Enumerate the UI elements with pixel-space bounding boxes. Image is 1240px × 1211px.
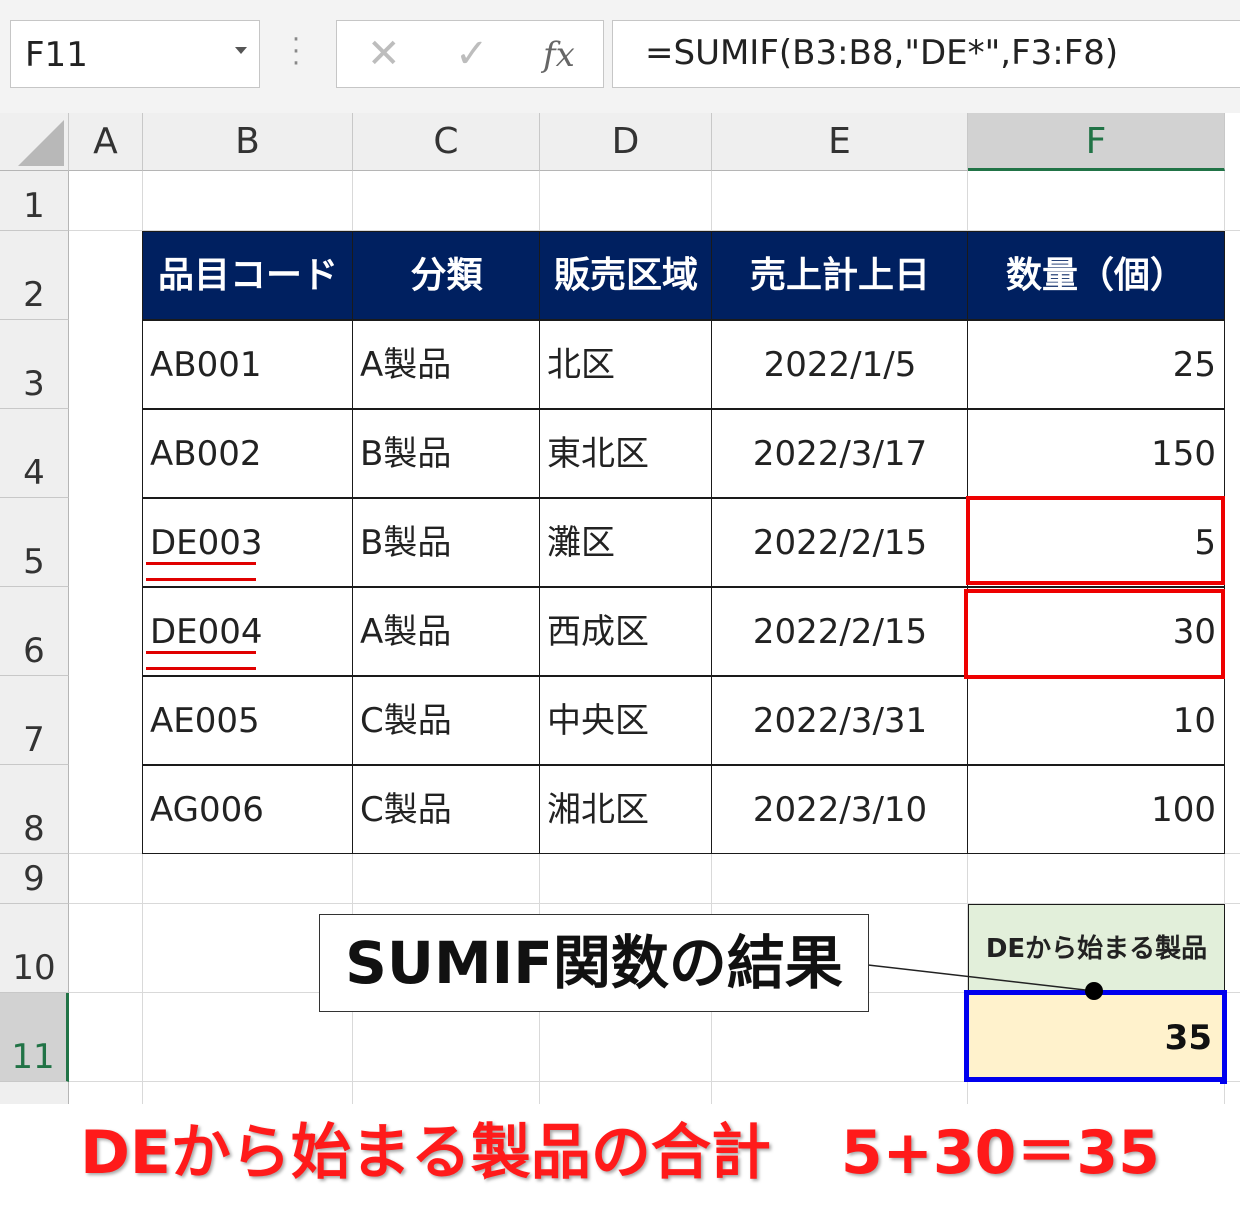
row-header-8[interactable]: 8 <box>0 765 69 854</box>
cancel-icon[interactable]: ✕ <box>367 31 401 77</box>
caption: DEから始まる製品の合計 5+30＝35 <box>0 1108 1240 1198</box>
table-header-sales-date[interactable]: 売上計上日 <box>711 231 969 320</box>
enter-icon[interactable]: ✓ <box>455 31 489 77</box>
row-header-5[interactable]: 5 <box>0 498 69 587</box>
table-cell[interactable]: A製品 <box>352 587 541 676</box>
table-header-quantity[interactable]: 数量（個） <box>967 231 1225 320</box>
fill-handle[interactable] <box>1220 1077 1227 1084</box>
table-cell[interactable]: C製品 <box>352 765 541 854</box>
table-cell[interactable]: AB002 <box>142 409 354 498</box>
table-cell[interactable]: AE005 <box>142 676 354 765</box>
table-cell[interactable]: B製品 <box>352 498 541 587</box>
highlight-box <box>964 589 1225 679</box>
row-header-4[interactable]: 4 <box>0 409 69 498</box>
table-cell[interactable]: 10 <box>967 676 1225 765</box>
table-cell[interactable]: 中央区 <box>539 676 713 765</box>
row-header-7[interactable]: 7 <box>0 676 69 765</box>
formula-controls: ✕ ✓ fx <box>336 20 604 88</box>
select-all-triangle-icon <box>18 120 64 166</box>
callout-connector <box>867 964 1103 1000</box>
match-underline <box>146 562 256 581</box>
row-header-10[interactable]: 10 <box>0 904 69 993</box>
table-header-category[interactable]: 分類 <box>352 231 541 320</box>
table-cell[interactable]: 2022/3/10 <box>711 765 969 854</box>
table-cell[interactable]: 2022/3/31 <box>711 676 969 765</box>
name-box-value: F11 <box>25 35 88 75</box>
table-cell[interactable]: 2022/1/5 <box>711 320 969 409</box>
table-cell[interactable]: 150 <box>967 409 1225 498</box>
column-header-b[interactable]: B <box>143 113 353 171</box>
callout-label: SUMIF関数の結果 <box>319 914 869 1012</box>
table-cell[interactable]: 灘区 <box>539 498 713 587</box>
row-header-2[interactable]: 2 <box>0 231 69 320</box>
table-cell[interactable]: 2022/2/15 <box>711 498 969 587</box>
table-cell[interactable]: AG006 <box>142 765 354 854</box>
row-header-3[interactable]: 3 <box>0 320 69 409</box>
highlight-box <box>966 496 1225 585</box>
table-cell[interactable]: 西成区 <box>539 587 713 676</box>
table-header-item-code[interactable]: 品目コード <box>142 231 354 320</box>
table-cell[interactable]: 湘北区 <box>539 765 713 854</box>
table-cell[interactable]: B製品 <box>352 409 541 498</box>
table-cell[interactable]: C製品 <box>352 676 541 765</box>
caption-left: DEから始まる製品の合計 <box>80 1118 771 1188</box>
select-all-button[interactable] <box>0 113 69 171</box>
column-header-a[interactable]: A <box>69 113 143 171</box>
table-cell[interactable]: A製品 <box>352 320 541 409</box>
column-header-f[interactable]: F <box>968 113 1225 171</box>
table-header-sales-area[interactable]: 販売区域 <box>539 231 713 320</box>
table-cell[interactable]: 2022/3/17 <box>711 409 969 498</box>
row-header-9[interactable]: 9 <box>0 854 69 904</box>
table-cell[interactable]: 25 <box>967 320 1225 409</box>
column-header-e[interactable]: E <box>712 113 968 171</box>
caption-right: 5+30＝35 <box>840 1118 1160 1188</box>
formula-input[interactable]: =SUMIF(B3:B8,"DE*",F3:F8) <box>612 20 1240 88</box>
column-header-c[interactable]: C <box>353 113 540 171</box>
column-header-d[interactable]: D <box>540 113 712 171</box>
table-cell[interactable]: 北区 <box>539 320 713 409</box>
row-header-11[interactable]: 11 <box>0 993 69 1082</box>
match-underline <box>146 651 256 670</box>
table-cell[interactable]: 100 <box>967 765 1225 854</box>
name-box[interactable]: F11 <box>10 20 260 88</box>
table-cell[interactable]: 東北区 <box>539 409 713 498</box>
row-header-6[interactable]: 6 <box>0 587 69 676</box>
row-header-1[interactable]: 1 <box>0 171 69 231</box>
table-cell[interactable]: 2022/2/15 <box>711 587 969 676</box>
chevron-down-icon[interactable] <box>235 47 247 54</box>
insert-function-icon[interactable]: fx <box>543 35 575 75</box>
more-options-icon[interactable]: · · · <box>286 27 306 77</box>
table-cell[interactable]: AB001 <box>142 320 354 409</box>
